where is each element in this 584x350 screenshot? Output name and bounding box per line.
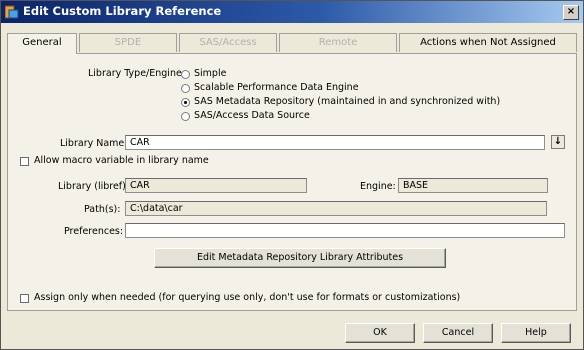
allow-macro-checkbox[interactable] — [20, 157, 29, 166]
radio-metadata-repository[interactable] — [181, 98, 190, 107]
radio-simple-label: Simple — [194, 68, 227, 79]
libref-input[interactable]: CAR — [125, 178, 307, 193]
paths-input[interactable]: C:\data\car — [125, 201, 547, 216]
radio-spde-label: Scalable Performance Data Engine — [194, 82, 359, 93]
radio-simple[interactable] — [181, 70, 190, 79]
tab-bar: General SPDE SAS/Access Remote Actions w… — [7, 33, 577, 54]
tab-sas-access[interactable]: SAS/Access — [179, 33, 277, 52]
library-type-label: Library Type/Engine: — [88, 68, 186, 79]
engine-input[interactable]: BASE — [398, 178, 548, 193]
window-title: Edit Custom Library Reference — [23, 4, 222, 18]
library-name-input[interactable]: CAR — [125, 135, 545, 150]
engine-label: Engine: — [360, 181, 396, 192]
dialog-window: Edit Custom Library Reference × General … — [0, 0, 584, 350]
tab-actions-not-assigned[interactable]: Actions when Not Assigned — [399, 33, 577, 52]
library-name-label: Library Name: — [60, 138, 128, 149]
radio-spde[interactable] — [181, 84, 190, 93]
assign-only-checkbox[interactable] — [20, 294, 29, 303]
ok-button[interactable]: OK — [345, 323, 415, 343]
preferences-input[interactable] — [125, 223, 565, 238]
app-icon — [5, 5, 19, 19]
tab-general[interactable]: General — [7, 33, 77, 54]
edit-metadata-attributes-button[interactable]: Edit Metadata Repository Library Attribu… — [154, 248, 446, 268]
close-button[interactable]: × — [563, 5, 579, 20]
preferences-label: Preferences: — [64, 226, 124, 237]
download-arrow-icon[interactable]: ↓ — [551, 135, 565, 149]
radio-metadata-repository-label: SAS Metadata Repository (maintained in a… — [194, 96, 501, 107]
help-button[interactable]: Help — [501, 323, 571, 343]
tab-remote[interactable]: Remote — [279, 33, 397, 52]
tab-spde[interactable]: SPDE — [79, 33, 177, 52]
cancel-button[interactable]: Cancel — [423, 323, 493, 343]
assign-only-label: Assign only when needed (for querying us… — [34, 292, 461, 303]
paths-label: Path(s): — [84, 204, 121, 215]
libref-label: Library (libref): — [58, 181, 130, 192]
allow-macro-label: Allow macro variable in library name — [34, 155, 209, 166]
title-bar[interactable]: Edit Custom Library Reference × — [1, 1, 583, 23]
radio-sas-access[interactable] — [181, 112, 190, 121]
general-panel: Library Type/Engine: Simple Scalable Per… — [7, 53, 577, 311]
radio-sas-access-label: SAS/Access Data Source — [194, 110, 310, 121]
